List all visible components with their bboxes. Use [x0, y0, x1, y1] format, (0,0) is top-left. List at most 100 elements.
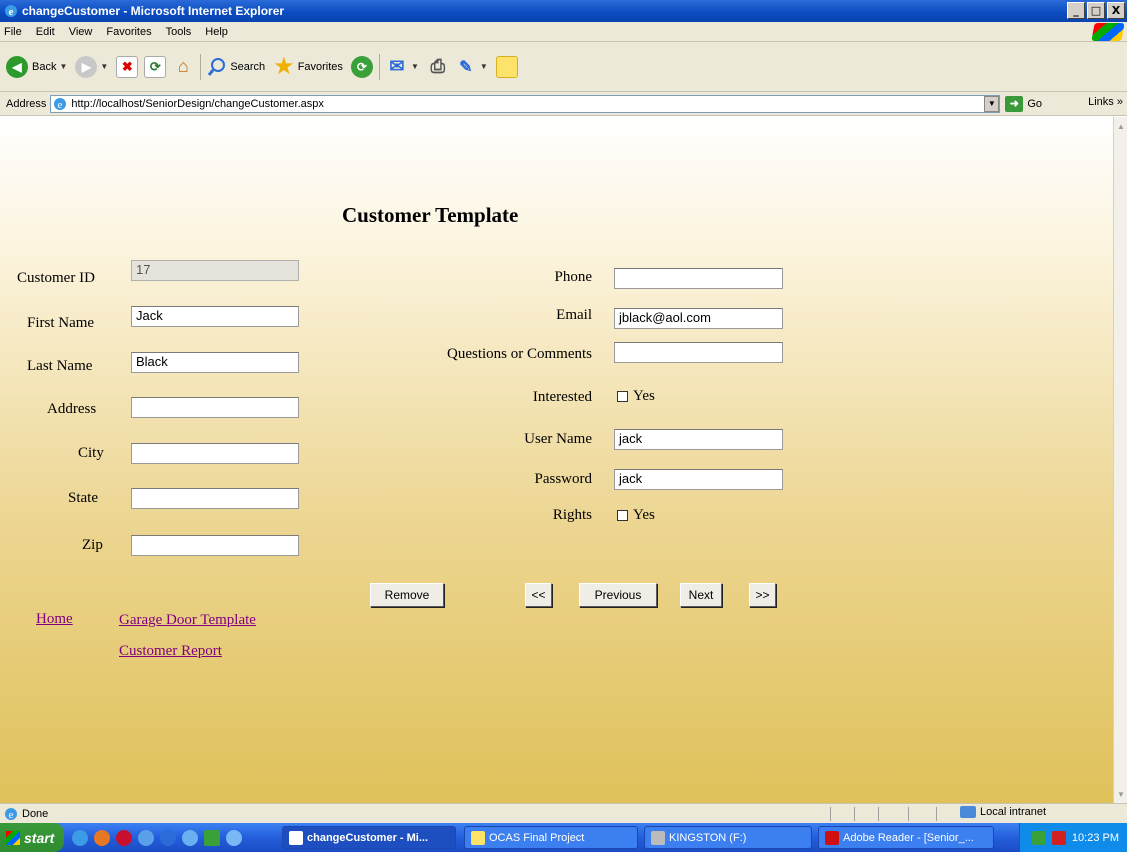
stop-icon[interactable]: ✖ — [116, 55, 139, 78]
menu-edit[interactable]: Edit — [36, 26, 55, 38]
show-desktop-quicklaunch-icon[interactable] — [182, 829, 198, 846]
email-field[interactable]: jblack@aol.com — [614, 308, 783, 329]
next-button[interactable]: Next — [680, 583, 722, 607]
interested-label: Interested — [532, 389, 592, 405]
security-zone: Local intranet — [960, 806, 1046, 818]
mail-icon: ✉ — [389, 56, 405, 76]
menu-help[interactable]: Help — [205, 26, 228, 38]
last-record-button[interactable]: >> — [749, 583, 776, 607]
taskbar: start changeCustomer - Mi... OCAS Final … — [0, 823, 1127, 852]
task-label: Adobe Reader - [Senior_... — [843, 831, 974, 844]
city-field[interactable] — [131, 443, 299, 464]
remove-button[interactable]: Remove — [370, 583, 444, 607]
forward-button[interactable]: ▶ ▼ — [75, 55, 109, 78]
customer-id-label: Customer ID — [17, 270, 95, 286]
rights-checkbox[interactable]: Yes — [617, 507, 655, 524]
state-label: State — [68, 490, 98, 506]
task-ocas-final-project[interactable]: OCAS Final Project — [464, 826, 638, 849]
previous-button[interactable]: Previous — [579, 583, 657, 607]
refresh-icon[interactable]: ⟳ — [144, 55, 167, 78]
favorites-button[interactable]: ★ Favorites — [273, 52, 343, 81]
messenger-quicklaunch-icon[interactable] — [160, 829, 176, 846]
media-quicklaunch-icon[interactable] — [116, 829, 132, 846]
security-tray-icon[interactable] — [1051, 830, 1066, 845]
separator — [378, 53, 380, 80]
start-button[interactable]: start — [0, 823, 64, 852]
comments-field[interactable] — [614, 342, 783, 363]
password-field[interactable]: jack — [614, 469, 783, 490]
vertical-scrollbar[interactable]: ▲ ▼ — [1113, 117, 1127, 803]
app-quicklaunch-icon[interactable] — [204, 829, 220, 846]
address-input[interactable]: e http://localhost/SeniorDesign/changeCu… — [50, 94, 1001, 113]
explorer-quicklaunch-icon[interactable] — [226, 829, 242, 846]
task-kingston[interactable]: KINGSTON (F:) — [644, 826, 812, 849]
first-name-field[interactable]: Jack — [131, 306, 299, 327]
windows-flag-icon — [6, 830, 20, 845]
page-content: Customer Template Customer ID 17 First N… — [0, 117, 1113, 803]
edit-button[interactable]: ✎ ▼ — [455, 56, 488, 78]
player-quicklaunch-icon[interactable] — [138, 829, 154, 846]
menu-file[interactable]: File — [4, 26, 22, 38]
address-field[interactable] — [131, 397, 299, 418]
zip-field[interactable] — [131, 535, 299, 556]
checkbox-box[interactable] — [617, 510, 628, 521]
system-tray: 10:23 PM — [1019, 823, 1127, 852]
rights-yes-label: Yes — [633, 507, 655, 523]
window-title: changeCustomer - Microsoft Internet Expl… — [22, 4, 285, 18]
separator — [200, 53, 202, 80]
windows-logo-icon — [1091, 23, 1125, 41]
close-button[interactable]: X — [1107, 2, 1125, 19]
address-dropdown-icon[interactable]: ▼ — [984, 95, 1000, 112]
search-button[interactable]: Search — [207, 57, 265, 77]
customer-report-link[interactable]: Customer Report — [119, 643, 222, 660]
home-link[interactable]: Home — [36, 611, 73, 628]
edit-icon: ✎ — [459, 58, 473, 76]
home-icon[interactable]: ⌂ — [172, 56, 194, 78]
phone-field[interactable] — [614, 268, 783, 289]
status-panel — [936, 807, 952, 821]
menu-view[interactable]: View — [69, 26, 93, 38]
dropdown-icon: ▼ — [100, 62, 109, 71]
adobe-task-icon — [825, 830, 839, 845]
state-field[interactable] — [131, 488, 299, 509]
interested-checkbox[interactable]: Yes — [617, 388, 655, 405]
city-label: City — [78, 445, 104, 461]
maximize-button[interactable]: □ — [1087, 2, 1105, 19]
clock: 10:23 PM — [1071, 831, 1119, 844]
first-record-button[interactable]: << — [525, 583, 552, 607]
task-changecustomer[interactable]: changeCustomer - Mi... — [282, 826, 456, 849]
firefox-quicklaunch-icon[interactable] — [94, 829, 110, 846]
scroll-down-icon[interactable]: ▼ — [1114, 787, 1127, 801]
task-adobe-reader[interactable]: Adobe Reader - [Senior_... — [818, 826, 994, 849]
status-panel — [878, 807, 894, 821]
search-icon — [208, 57, 226, 76]
checkbox-box[interactable] — [617, 391, 628, 402]
back-button[interactable]: ◀ Back ▼ — [6, 55, 68, 78]
user-name-field[interactable]: jack — [614, 429, 783, 450]
svg-text:e: e — [9, 6, 14, 18]
menu-favorites[interactable]: Favorites — [106, 26, 151, 38]
window-title-bar: e changeCustomer - Microsoft Internet Ex… — [0, 0, 1127, 22]
mail-button[interactable]: ✉ ▼ — [386, 56, 418, 78]
network-tray-icon[interactable] — [1031, 830, 1046, 845]
ie-quicklaunch-icon[interactable] — [72, 829, 88, 846]
note-icon[interactable] — [495, 55, 518, 78]
menu-tools[interactable]: Tools — [166, 26, 192, 38]
scroll-up-icon[interactable]: ▲ — [1114, 119, 1127, 133]
go-button[interactable]: ➜ Go — [1005, 95, 1042, 112]
last-name-label: Last Name — [27, 358, 93, 374]
garage-door-template-link[interactable]: Garage Door Template — [119, 612, 256, 629]
history-icon[interactable]: ⟳ — [350, 55, 373, 78]
favorites-label: Favorites — [297, 60, 343, 73]
print-icon[interactable]: ⎙ — [427, 56, 449, 78]
minimize-button[interactable]: _ — [1067, 2, 1085, 19]
go-arrow-icon: ➜ — [1005, 95, 1024, 112]
first-name-label: First Name — [27, 315, 95, 331]
email-label: Email — [556, 307, 592, 323]
links-button[interactable]: Links » — [1088, 96, 1123, 108]
back-label: Back — [32, 60, 57, 73]
address-label: Address — [47, 401, 97, 417]
last-name-field[interactable]: Black — [131, 352, 299, 373]
task-label: changeCustomer - Mi... — [307, 831, 429, 844]
dropdown-icon: ▼ — [59, 62, 68, 71]
